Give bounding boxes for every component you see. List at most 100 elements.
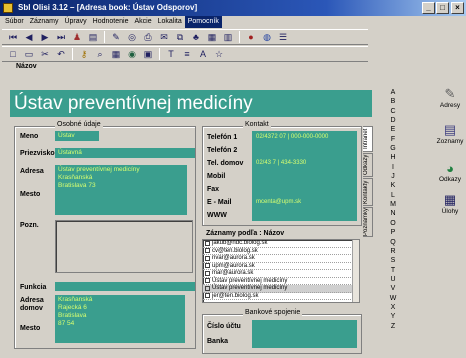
letter-r[interactable]: R [390,247,395,256]
letter-w[interactable]: W [390,294,397,303]
letter-d[interactable]: D [390,116,395,125]
open-icon[interactable]: ▭ [22,48,36,61]
letter-n[interactable]: N [390,209,395,218]
adresa-domov-field[interactable]: Krasňanská Rajecká 6 Bratislava 87 54 [55,295,185,343]
list-item[interactable]: Ústav preventívnej medicíny [203,278,359,285]
letter-u[interactable]: U [390,275,395,284]
meno-field[interactable]: Ústav [55,131,99,141]
list-item[interactable]: nvar@aurora.sk [203,255,359,263]
key-icon[interactable]: ⚷ [77,48,91,61]
list-item[interactable]: mar@aurora.sk [203,270,359,278]
letter-c[interactable]: C [390,107,395,116]
name-field[interactable]: Ústav preventívnej medicíny [10,90,372,117]
edit-icon[interactable]: ✎ [109,31,123,44]
checkbox[interactable] [205,285,210,291]
tasks-button[interactable]: ▦ Úlohy [434,192,466,215]
person-icon[interactable]: ♟ [70,31,84,44]
export-icon[interactable]: ▣ [141,48,155,61]
menu-lokalita[interactable]: Lokalita [155,16,185,28]
letter-j[interactable]: J [391,172,395,181]
letter-l[interactable]: L [391,191,395,200]
undo-icon[interactable]: ↶ [54,48,68,61]
letter-v[interactable]: V [391,284,396,293]
first-icon[interactable]: ⏮ [6,31,20,44]
list-item[interactable]: upm@aurora.sk [203,263,359,270]
letter-m[interactable]: M [390,200,396,209]
letter-q[interactable]: Q [390,238,395,247]
letter-x[interactable]: X [391,303,396,312]
last-icon[interactable]: ⏭ [54,31,68,44]
filter-icon[interactable]: ◎ [125,31,139,44]
star-icon[interactable]: ☆ [212,48,226,61]
tab-intranet[interactable]: Intranet [363,126,373,152]
maximize-button[interactable]: □ [436,2,449,14]
letter-h[interactable]: H [390,153,395,162]
spell-icon[interactable]: A [196,48,210,61]
poznamky-field[interactable] [55,220,193,273]
mail-icon[interactable]: ✉ [157,31,171,44]
tab-poznamky[interactable]: Poznámky [363,207,373,237]
grid-icon[interactable]: ▦ [205,31,219,44]
letter-z[interactable]: Z [391,322,395,331]
list-item[interactable]: jer@ten.biolog.sk [203,293,359,300]
letter-p[interactable]: P [391,228,396,237]
adresa-field[interactable]: Ústav preventívnej medicíny Krasňanská B… [55,165,187,215]
list-item[interactable]: jakub@ndc.biolog.sk [203,240,359,248]
text-icon[interactable]: T [164,48,178,61]
contact-values-panel[interactable] [252,131,357,221]
checkbox[interactable] [205,248,210,254]
letter-i[interactable]: I [392,163,394,172]
table-icon[interactable]: ▦ [109,48,123,61]
menu-zaznamy[interactable]: Záznamy [27,16,62,28]
checkbox[interactable] [205,270,210,276]
links-button[interactable]: ◕ Odkazy [434,160,466,184]
priezvisko-field[interactable]: Ústavná [55,148,195,158]
card-icon[interactable]: ▤ [86,31,100,44]
lists-button[interactable]: ▤ Zoznamy [434,122,466,145]
letter-g[interactable]: G [390,144,395,153]
bank-values-panel[interactable] [252,320,357,348]
letter-e[interactable]: E [391,125,396,134]
print-icon[interactable]: ⎙ [141,31,155,44]
funkcia-field[interactable] [55,282,195,291]
checkbox[interactable] [205,263,210,269]
align-icon[interactable]: ≡ [180,48,194,61]
records-list[interactable]: jakub@ndc.biolog.sk cv@ten.biolog.sk nva… [202,239,360,303]
addresses-button[interactable]: ✎ Adresy [434,86,466,109]
ruler-icon[interactable]: ☰ [276,31,290,44]
search-icon[interactable]: ⌕ [93,48,107,61]
cut-icon[interactable]: ✂ [38,48,52,61]
tab-kontakty[interactable]: Kontakty [363,178,373,206]
letter-b[interactable]: B [391,97,396,106]
letter-f[interactable]: F [391,135,395,144]
copy-icon[interactable]: ⧉ [173,31,187,44]
list-item-selected[interactable]: Ústav preventívnej medicíny [203,285,359,293]
letter-s[interactable]: S [391,256,396,265]
list-item[interactable]: cv@ten.biolog.sk [203,248,359,255]
prev-icon[interactable]: ◀ [22,31,36,44]
app-icon[interactable] [3,3,13,13]
letter-a[interactable]: A [391,88,396,97]
tab-odkazy[interactable]: Odkazy [363,153,373,177]
close-button[interactable]: × [451,2,464,14]
new-icon[interactable]: □ [6,48,20,61]
tree-icon[interactable]: ♣ [189,31,203,44]
menu-hodnotenie[interactable]: Hodnotenie [90,16,132,28]
letter-o[interactable]: O [390,219,395,228]
globe-icon[interactable]: ◍ [260,31,274,44]
checkbox[interactable] [205,240,210,246]
book-icon[interactable]: ▥ [221,31,235,44]
menu-akcie[interactable]: Akcie [131,16,154,28]
checkbox[interactable] [205,255,210,261]
checkbox[interactable] [205,293,210,299]
chart-icon[interactable]: ◉ [125,48,139,61]
menu-upravy[interactable]: Úpravy [61,16,89,28]
list-scrollbar[interactable] [352,240,359,302]
letter-y[interactable]: Y [391,312,396,321]
next-icon[interactable]: ▶ [38,31,52,44]
letter-t[interactable]: T [391,266,395,275]
help-icon[interactable]: ● [244,31,258,44]
minimize-button[interactable]: _ [422,2,435,14]
letter-k[interactable]: K [391,181,396,190]
menu-pomocnik[interactable]: Pomocník [184,16,222,28]
